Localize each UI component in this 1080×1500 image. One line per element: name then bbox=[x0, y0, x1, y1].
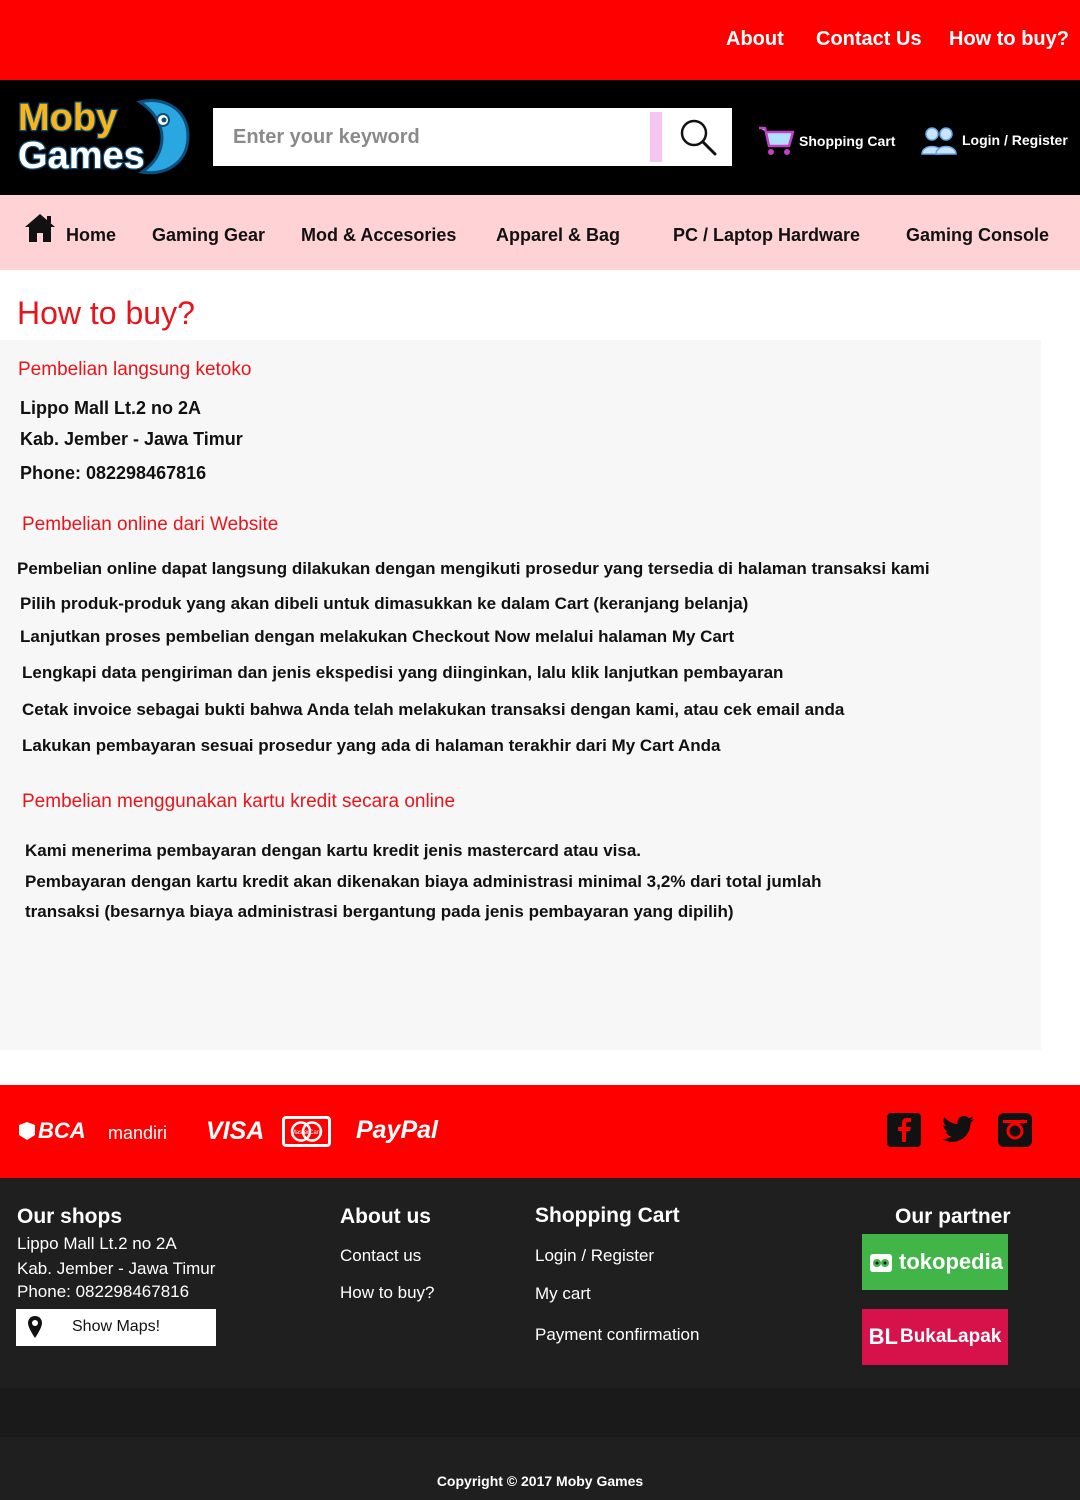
logo-text-games: Games bbox=[18, 135, 145, 177]
footer-link-my-cart[interactable]: My cart bbox=[535, 1284, 591, 1304]
nav-item-mod-accesories[interactable]: Mod & Accesories bbox=[301, 225, 456, 246]
tokopedia-partner-badge[interactable]: tokopedia bbox=[862, 1234, 1008, 1290]
nav-item-pc-laptop-hardware[interactable]: PC / Laptop Hardware bbox=[673, 225, 860, 246]
login-register-label: Login / Register bbox=[962, 132, 1068, 148]
footer: Our shops Lippo Mall Lt.2 no 2A Kab. Jem… bbox=[0, 1178, 1080, 1388]
top-link-how-to-buy[interactable]: How to buy? bbox=[949, 28, 1069, 51]
search-icon bbox=[680, 119, 716, 156]
mandiri-label: mandiri bbox=[108, 1123, 168, 1143]
online-step: Pilih produk-produk yang akan dibeli unt… bbox=[20, 594, 749, 613]
search-box bbox=[213, 108, 732, 166]
mastercard-logo: MasterCard bbox=[282, 1116, 331, 1147]
instagram-icon[interactable] bbox=[997, 1112, 1033, 1148]
bukalapak-partner-badge[interactable]: BL BukaLapak bbox=[862, 1309, 1008, 1365]
moby-games-logo[interactable]: Moby Games bbox=[12, 94, 190, 178]
footer-shop-address: Lippo Mall Lt.2 no 2A bbox=[17, 1234, 177, 1253]
online-step: Cetak invoice sebagai bukti bahwa Anda t… bbox=[22, 700, 845, 719]
page-title: How to buy? bbox=[17, 295, 195, 331]
shopping-cart-label: Shopping Cart bbox=[799, 133, 896, 149]
footer-link-contact-us[interactable]: Contact us bbox=[340, 1246, 421, 1266]
footer-heading-about-us: About us bbox=[340, 1205, 431, 1228]
footer-heading-our-shops: Our shops bbox=[17, 1205, 123, 1228]
store-address-line: Lippo Mall Lt.2 no 2A bbox=[20, 398, 201, 418]
content-panel: Pembelian langsung ketoko Lippo Mall Lt.… bbox=[0, 340, 1041, 1050]
main-nav: Home Gaming Gear Mod & Accesories Appare… bbox=[0, 195, 1080, 270]
bukalapak-mark-label: BL bbox=[868, 1324, 898, 1349]
section-heading-store: Pembelian langsung ketoko bbox=[18, 359, 252, 380]
show-maps-button[interactable]: Show Maps! bbox=[16, 1309, 216, 1346]
footer-link-login-register[interactable]: Login / Register bbox=[535, 1246, 654, 1266]
footer-spacer bbox=[0, 1388, 1080, 1437]
footer-shop-city: Kab. Jember - Jawa Timur bbox=[17, 1259, 216, 1278]
bukalapak-label: BukaLapak bbox=[899, 1326, 1002, 1347]
copyright-text: Copyright © 2017 Moby Games bbox=[436, 1473, 644, 1489]
credit-card-text-line: Kami menerima pembayaran dengan kartu kr… bbox=[25, 841, 642, 860]
mastercard-icon: MasterCard bbox=[290, 1121, 323, 1142]
tokopedia-label: tokopedia bbox=[899, 1249, 1003, 1274]
logo-text-moby: Moby bbox=[18, 97, 117, 139]
footer-link-payment-confirmation[interactable]: Payment confirmation bbox=[535, 1325, 699, 1345]
show-maps-label: Show Maps! bbox=[72, 1318, 161, 1335]
section-heading-credit-card: Pembelian menggunakan kartu kredit secar… bbox=[22, 791, 456, 812]
bca-logo: BCA bbox=[16, 1118, 86, 1144]
search-button[interactable] bbox=[663, 108, 732, 166]
shopping-cart-link[interactable]: Shopping Cart bbox=[757, 124, 895, 158]
online-step: Lengkapi data pengiriman dan jenis ekspe… bbox=[22, 663, 784, 682]
mandiri-logo: mandiri bbox=[108, 1123, 167, 1144]
header: Moby Games Shopping Cart Login / Registe… bbox=[0, 80, 1080, 195]
visa-label: VISA bbox=[206, 1117, 265, 1145]
footer-link-how-to-buy[interactable]: How to buy? bbox=[340, 1283, 435, 1303]
online-step: Pembelian online dapat langsung dilakuka… bbox=[17, 559, 930, 578]
credit-card-text-line: Pembayaran dengan kartu kredit akan dike… bbox=[25, 872, 822, 891]
section-heading-online: Pembelian online dari Website bbox=[22, 514, 279, 535]
map-pin-icon bbox=[28, 1316, 42, 1338]
nav-item-gaming-console[interactable]: Gaming Console bbox=[906, 225, 1049, 246]
paypal-logo: PayPal bbox=[356, 1116, 438, 1145]
online-step: Lakukan pembayaran sesuai prosedur yang … bbox=[22, 736, 721, 755]
top-link-contact-us[interactable]: Contact Us bbox=[816, 28, 922, 51]
top-bar: About Contact Us How to buy? bbox=[0, 0, 1080, 80]
facebook-icon[interactable] bbox=[886, 1112, 922, 1148]
credit-card-text-line: transaksi (besarnya biaya administrasi b… bbox=[25, 902, 734, 921]
shopping-cart-icon bbox=[759, 126, 795, 155]
footer-shop-phone: Phone: 082298467816 bbox=[17, 1282, 190, 1301]
nav-item-home[interactable]: Home bbox=[66, 225, 116, 246]
tokopedia-owl-icon bbox=[870, 1254, 893, 1272]
store-phone-line: Phone: 082298467816 bbox=[20, 463, 207, 483]
mastercard-label: MasterCard bbox=[291, 1130, 322, 1136]
footer-heading-our-partner: Our partner bbox=[895, 1205, 1011, 1228]
nav-item-apparel-bag[interactable]: Apparel & Bag bbox=[496, 225, 620, 246]
search-input[interactable] bbox=[213, 108, 650, 166]
bca-mark-icon bbox=[19, 1122, 35, 1140]
payment-bar: BCA mandiri VISA MasterCard PayPal bbox=[0, 1085, 1080, 1178]
search-divider bbox=[650, 112, 662, 162]
bca-label: BCA bbox=[38, 1118, 86, 1143]
store-city-line: Kab. Jember - Jawa Timur bbox=[20, 429, 243, 449]
footer-heading-shopping-cart: Shopping Cart bbox=[535, 1204, 680, 1227]
footer-bottom: Copyright © 2017 Moby Games bbox=[0, 1437, 1080, 1500]
nav-item-gaming-gear[interactable]: Gaming Gear bbox=[152, 225, 265, 246]
top-link-about[interactable]: About bbox=[726, 28, 784, 51]
visa-logo: VISA bbox=[206, 1117, 264, 1146]
users-icon bbox=[921, 127, 957, 155]
twitter-icon[interactable] bbox=[940, 1112, 976, 1148]
paypal-label: PayPal bbox=[356, 1116, 439, 1144]
home-icon[interactable] bbox=[23, 212, 57, 244]
online-step: Lanjutkan proses pembelian dengan melaku… bbox=[20, 627, 735, 646]
login-register-link[interactable]: Login / Register bbox=[920, 124, 1068, 156]
